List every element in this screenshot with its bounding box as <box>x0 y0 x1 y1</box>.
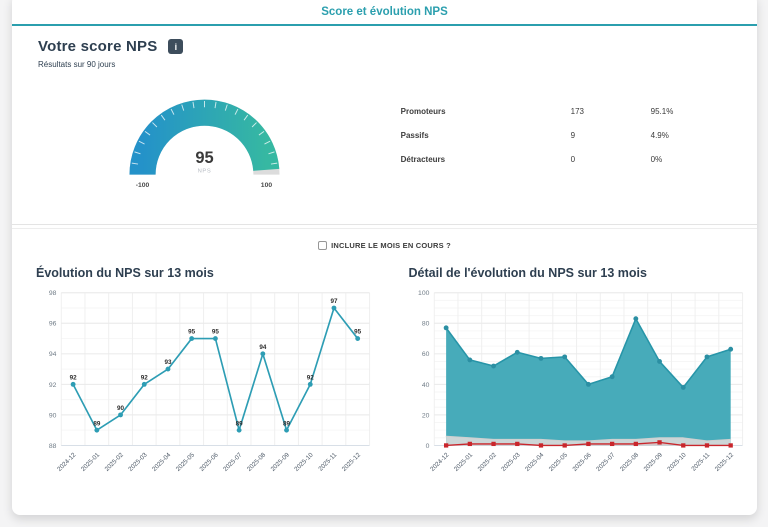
breakdown-count: 0 <box>571 155 651 164</box>
svg-text:20: 20 <box>421 412 429 419</box>
include-current-month-checkbox[interactable] <box>318 241 327 250</box>
info-icon[interactable]: i <box>168 39 183 54</box>
svg-text:92: 92 <box>141 374 149 381</box>
svg-text:89: 89 <box>283 420 291 427</box>
svg-text:2024-12: 2024-12 <box>429 451 451 473</box>
breakdown-row: Promoteurs17395.1% <box>401 99 731 123</box>
panel-title: Score et évolution NPS <box>321 6 448 18</box>
svg-text:2025-06: 2025-06 <box>198 451 220 473</box>
svg-text:2025-12: 2025-12 <box>713 451 735 473</box>
svg-text:94: 94 <box>49 351 57 358</box>
include-current-month-toggle[interactable]: INCLURE LE MOIS EN COURS ? <box>12 241 757 250</box>
svg-text:2025-10: 2025-10 <box>293 451 315 473</box>
gauge-container: 95 NPS -100 100 <box>38 71 371 193</box>
svg-text:97: 97 <box>330 298 338 305</box>
nps-dashboard-card: Score et évolution NPS Votre score NPS i… <box>12 0 757 515</box>
score-title: Votre score NPS <box>38 38 157 55</box>
svg-text:2025-01: 2025-01 <box>80 451 102 473</box>
svg-text:40: 40 <box>421 382 429 389</box>
score-subtitle: Résultats sur 90 jours <box>38 60 731 69</box>
svg-text:2025-02: 2025-02 <box>104 451 126 473</box>
svg-text:96: 96 <box>49 321 57 328</box>
svg-text:2025-07: 2025-07 <box>222 451 244 473</box>
nps-breakdown-table: Promoteurs17395.1%Passifs94.9%Détracteur… <box>371 99 731 193</box>
svg-text:94: 94 <box>259 344 267 351</box>
svg-text:89: 89 <box>93 420 101 427</box>
svg-text:2025-11: 2025-11 <box>317 451 338 472</box>
svg-text:80: 80 <box>421 321 429 328</box>
breakdown-label: Promoteurs <box>401 107 571 116</box>
svg-text:60: 60 <box>421 351 429 358</box>
svg-text:2025-10: 2025-10 <box>666 451 688 473</box>
svg-text:2025-02: 2025-02 <box>476 451 498 473</box>
svg-text:2024-12: 2024-12 <box>56 451 78 473</box>
evolution-chart-title: Évolution du NPS sur 13 mois <box>36 266 381 280</box>
svg-text:2025-05: 2025-05 <box>175 451 197 473</box>
svg-text:100: 100 <box>418 290 430 297</box>
detail-chart-title: Détail de l'évolution du NPS sur 13 mois <box>409 266 754 280</box>
svg-text:93: 93 <box>164 359 172 366</box>
svg-text:2025-04: 2025-04 <box>151 451 173 473</box>
svg-text:2025-05: 2025-05 <box>547 451 569 473</box>
svg-text:2025-04: 2025-04 <box>523 451 545 473</box>
breakdown-count: 9 <box>571 131 651 140</box>
breakdown-label: Détracteurs <box>401 155 571 164</box>
panel-header: Score et évolution NPS <box>12 0 757 26</box>
svg-text:2025-12: 2025-12 <box>341 451 363 473</box>
charts-section: INCLURE LE MOIS EN COURS ? Évolution du … <box>12 228 757 496</box>
svg-text:95: 95 <box>212 329 220 336</box>
svg-text:90: 90 <box>49 412 57 419</box>
svg-text:2025-09: 2025-09 <box>642 451 664 473</box>
breakdown-percent: 95.1% <box>651 107 731 116</box>
nps-detail-chart[interactable]: 0 20 40 60 80 100 2024-122025-012025-022025-03… <box>399 284 754 496</box>
svg-text:92: 92 <box>70 374 78 381</box>
svg-text:88: 88 <box>49 443 57 450</box>
svg-text:2025-11: 2025-11 <box>690 451 711 472</box>
svg-text:89: 89 <box>236 420 244 427</box>
breakdown-count: 173 <box>571 107 651 116</box>
svg-text:2025-09: 2025-09 <box>270 451 292 473</box>
svg-text:-100: -100 <box>136 182 150 189</box>
svg-text:NPS: NPS <box>197 169 211 175</box>
nps-evolution-chart[interactable]: 88 90 92 94 96 98 2024-122025-012025-022025-03… <box>26 284 381 496</box>
svg-text:2025-01: 2025-01 <box>452 451 474 473</box>
breakdown-percent: 0% <box>651 155 731 164</box>
svg-text:90: 90 <box>117 405 125 412</box>
evolution-chart-box: Évolution du NPS sur 13 mois 88 90 92 94 96 9… <box>12 266 385 496</box>
nps-gauge: 95 NPS -100 100 <box>92 71 317 193</box>
breakdown-percent: 4.9% <box>651 131 731 140</box>
breakdown-row: Passifs94.9% <box>401 123 731 147</box>
include-current-month-label: INCLURE LE MOIS EN COURS ? <box>331 241 451 250</box>
svg-text:2025-08: 2025-08 <box>618 451 640 473</box>
breakdown-label: Passifs <box>401 131 571 140</box>
svg-text:0: 0 <box>425 443 429 450</box>
detail-chart-box: Détail de l'évolution du NPS sur 13 mois… <box>385 266 758 496</box>
svg-text:2025-07: 2025-07 <box>595 451 617 473</box>
svg-text:95: 95 <box>195 149 213 167</box>
svg-text:2025-06: 2025-06 <box>571 451 593 473</box>
svg-text:98: 98 <box>49 290 57 297</box>
svg-text:95: 95 <box>188 329 196 336</box>
svg-text:92: 92 <box>307 374 315 381</box>
svg-text:2025-08: 2025-08 <box>246 451 268 473</box>
breakdown-row: Détracteurs00% <box>401 147 731 171</box>
svg-text:95: 95 <box>354 329 362 336</box>
score-section: Votre score NPS i Résultats sur 90 jours… <box>12 26 757 225</box>
svg-text:100: 100 <box>261 182 273 189</box>
svg-text:92: 92 <box>49 382 57 389</box>
svg-text:2025-03: 2025-03 <box>127 451 149 473</box>
svg-text:2025-03: 2025-03 <box>500 451 522 473</box>
